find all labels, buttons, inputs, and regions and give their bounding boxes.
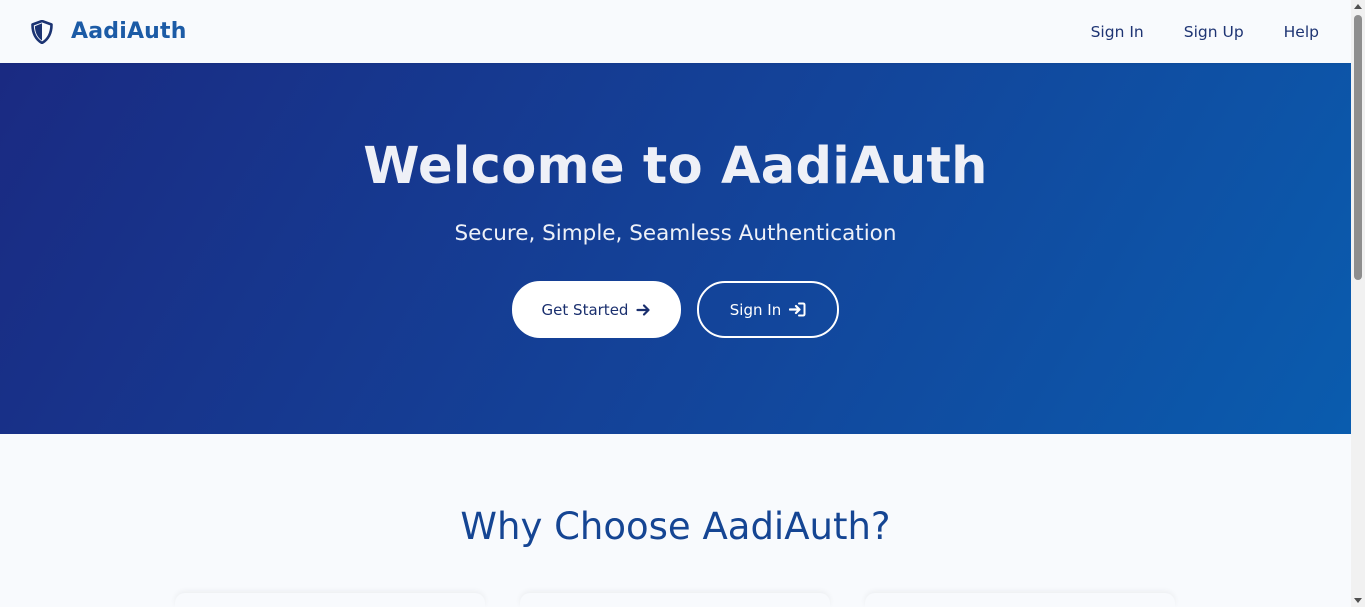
hero-sign-in-label: Sign In xyxy=(729,300,782,319)
vertical-scrollbar[interactable] xyxy=(1351,0,1365,607)
scroll-down-arrow-icon[interactable] xyxy=(1354,598,1362,603)
page: AadiAuth Sign In Sign Up Help Welcome to… xyxy=(0,0,1351,607)
brand[interactable]: AadiAuth xyxy=(31,19,187,44)
hero-sign-in-button[interactable]: Sign In xyxy=(697,281,839,338)
arrow-right-icon xyxy=(636,303,651,317)
feature-card xyxy=(520,593,830,607)
hero-actions: Get Started Sign In xyxy=(0,281,1351,338)
nav-sign-in-link[interactable]: Sign In xyxy=(1091,23,1144,41)
hero-section: Welcome to AadiAuth Secure, Simple, Seam… xyxy=(0,63,1351,434)
feature-card xyxy=(865,593,1175,607)
scroll-up-arrow-icon[interactable] xyxy=(1354,4,1362,9)
sign-in-icon xyxy=(789,302,806,317)
nav-sign-up-link[interactable]: Sign Up xyxy=(1184,23,1244,41)
shield-icon xyxy=(31,19,53,44)
hero-title: Welcome to AadiAuth xyxy=(363,137,988,196)
features-section-title: Why Choose AadiAuth? xyxy=(460,505,891,548)
brand-name: AadiAuth xyxy=(71,19,187,44)
get-started-button[interactable]: Get Started xyxy=(512,281,681,338)
scrollbar-thumb[interactable] xyxy=(1354,15,1362,280)
get-started-label: Get Started xyxy=(541,300,629,319)
nav-help-link[interactable]: Help xyxy=(1284,23,1319,41)
main-nav: Sign In Sign Up Help xyxy=(1091,23,1319,41)
hero-subtitle: Secure, Simple, Seamless Authentication xyxy=(454,221,897,246)
top-navbar: AadiAuth Sign In Sign Up Help xyxy=(0,0,1351,63)
feature-card xyxy=(175,593,485,607)
